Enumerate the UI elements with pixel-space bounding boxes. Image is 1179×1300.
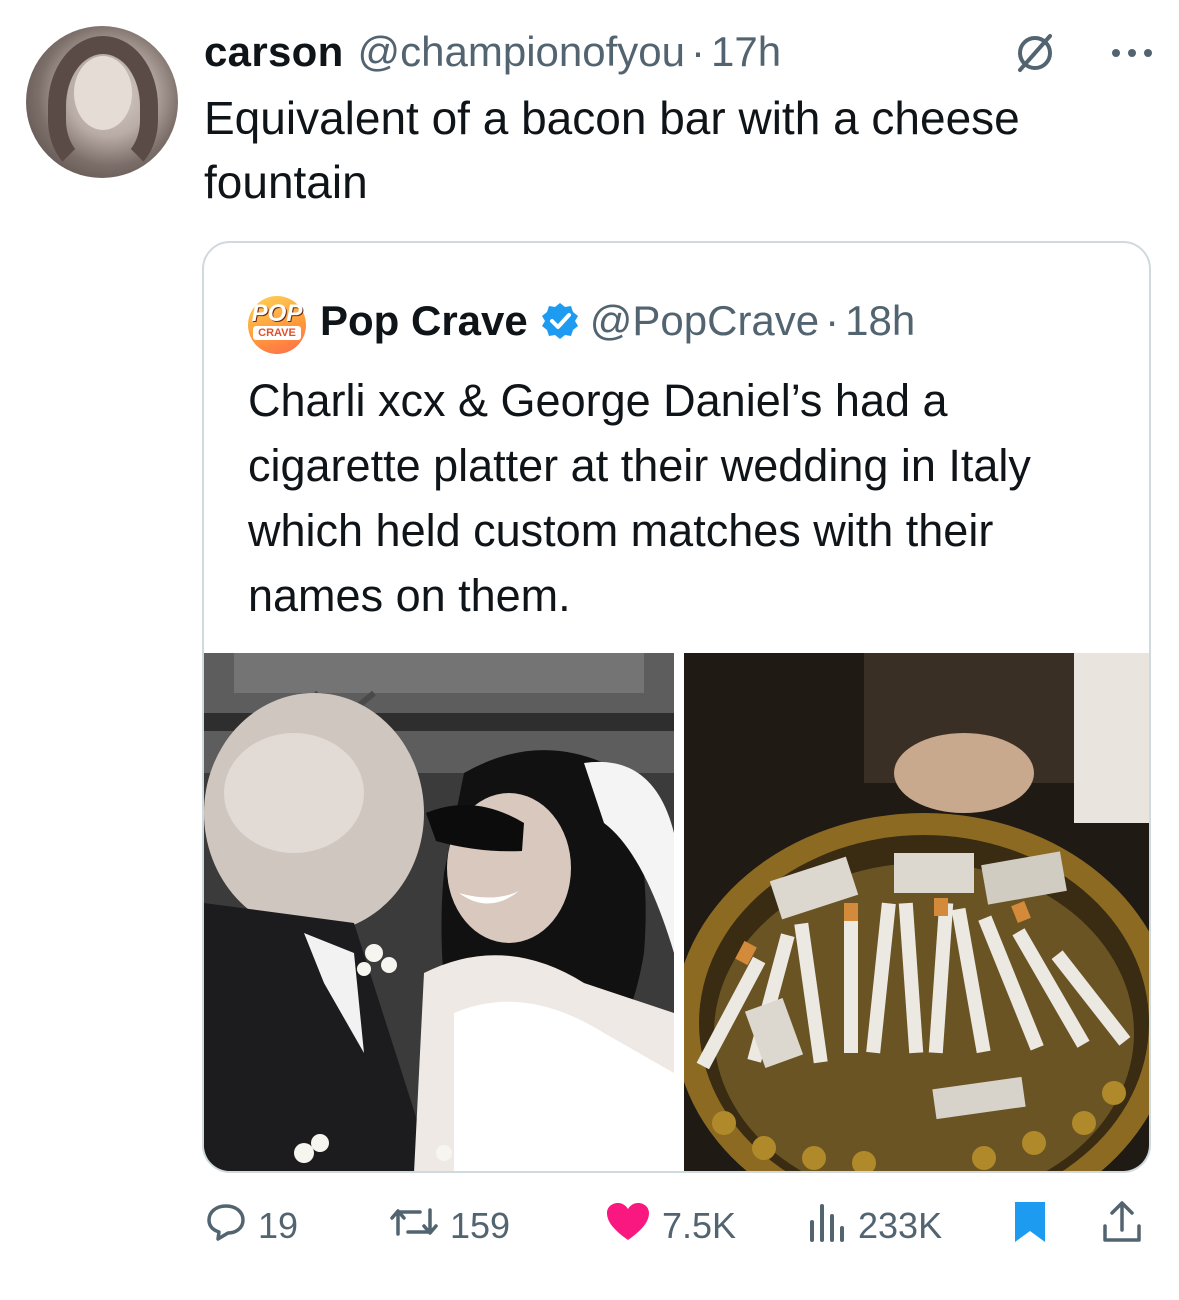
tweet-actions-bar: 19 159 7.5K 233K [204,1198,1154,1254]
popcrave-logo[interactable]: POP CRAVE [248,296,306,354]
like-button[interactable]: 7.5K [604,1198,736,1254]
heart-icon [604,1200,652,1253]
repost-count: 159 [450,1205,511,1246]
share-button[interactable] [1100,1198,1144,1254]
share-icon [1100,1198,1144,1255]
like-count: 7.5K [662,1205,737,1246]
separator-dot: · [691,28,706,75]
quoted-tweet-text: Charli xcx & George Daniel’s had a cigar… [248,375,1031,621]
quoted-tweet-time[interactable]: 18h [845,297,915,345]
repost-button[interactable]: 159 [388,1198,510,1254]
avatar-face [74,56,132,130]
tweet-text: Equivalent of a bacon bar with a cheese … [204,92,1020,208]
tweet-header: carson @championofyou · 17h [204,28,781,76]
more-options-icon[interactable] [1110,46,1154,64]
logo-text-top: POP [251,300,303,327]
grok-slash-icon[interactable] [1012,30,1058,81]
cigarette-platter-photo[interactable] [684,653,1149,1171]
tweet-time[interactable]: 17h [711,28,781,76]
reply-button[interactable]: 19 [204,1198,298,1254]
wedding-kiss-photo[interactable] [204,653,674,1171]
repost-icon [388,1200,440,1253]
views-count: 233K [858,1205,943,1246]
author-avatar[interactable] [26,26,178,178]
reply-count: 19 [258,1205,299,1246]
quoted-author-handle[interactable]: @PopCrave [590,297,819,345]
quoted-tweet-card[interactable]: POP CRAVE Pop Crave @PopCrave · 18h Char… [202,241,1151,1173]
bookmark-button[interactable] [1010,1198,1050,1254]
logo-text-bottom: CRAVE [253,326,301,340]
quoted-separator-dot: · [825,297,840,344]
views-chart-icon [804,1200,848,1253]
quoted-author-name[interactable]: Pop Crave [320,297,528,345]
author-name[interactable]: carson [204,28,344,76]
views-button[interactable]: 233K [804,1198,942,1254]
author-handle[interactable]: @championofyou [358,28,686,76]
reply-icon [204,1200,248,1253]
verified-badge-icon [540,301,580,341]
bookmark-icon [1010,1199,1050,1254]
quoted-tweet-header: Pop Crave @PopCrave · 18h [320,293,915,349]
